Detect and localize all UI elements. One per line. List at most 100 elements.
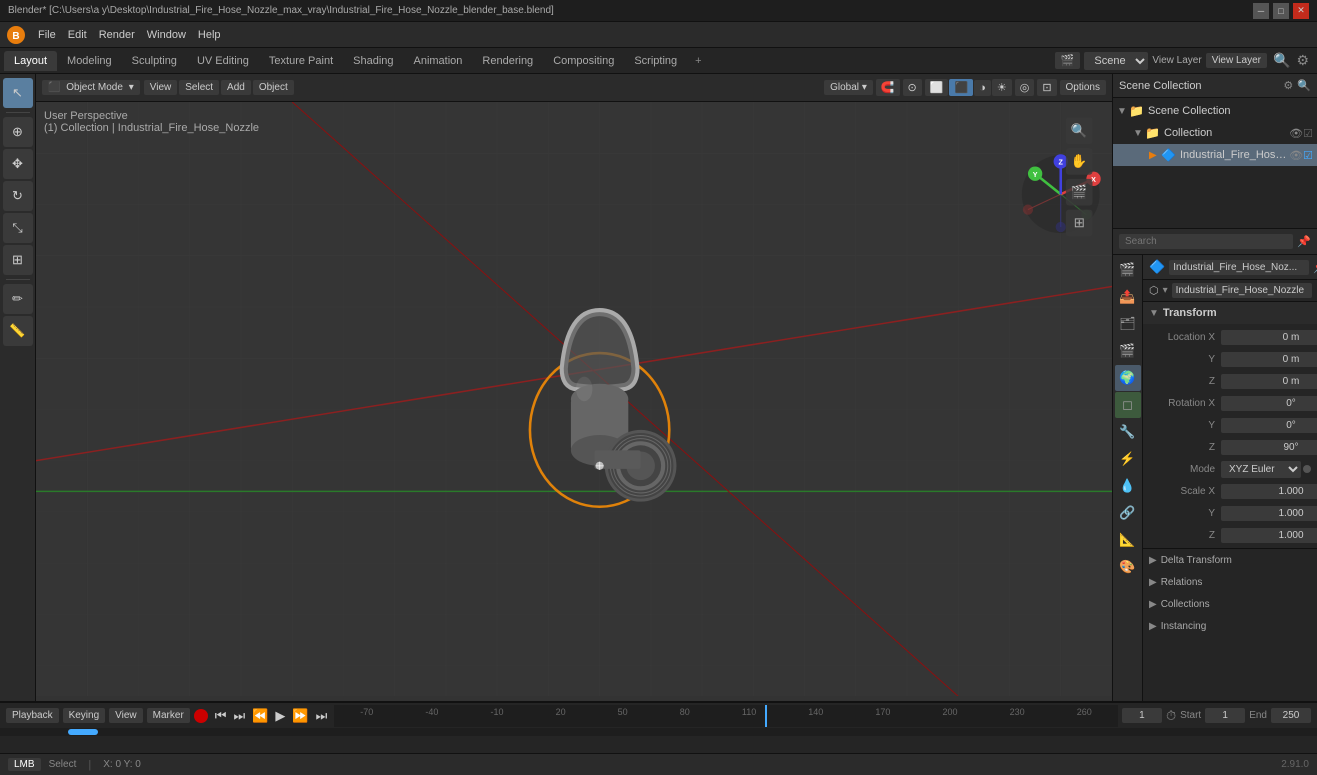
object-name-input[interactable]: [1169, 260, 1309, 275]
view-menu-button[interactable]: View: [144, 80, 178, 95]
object-menu-button[interactable]: Object: [253, 80, 294, 95]
transform-section-header[interactable]: ▼ Transform: [1143, 302, 1317, 324]
rotation-y-input[interactable]: [1221, 418, 1317, 433]
tab-layout[interactable]: Layout: [4, 51, 57, 71]
object-mode-button[interactable]: ⬛ Object Mode ▾: [42, 80, 140, 95]
tool-measure-button[interactable]: 📏: [3, 316, 33, 346]
options-button[interactable]: Options: [1060, 80, 1106, 95]
end-frame-input[interactable]: [1271, 708, 1311, 723]
tool-transform-button[interactable]: ⊞: [3, 245, 33, 275]
play-button[interactable]: ▶: [272, 706, 288, 726]
proportional-edit-button[interactable]: ⊙: [903, 79, 922, 96]
instancing-row[interactable]: ▶ Instancing: [1143, 615, 1317, 637]
tool-rotate-button[interactable]: ↻: [3, 181, 33, 211]
tab-texture-paint[interactable]: Texture Paint: [259, 51, 343, 71]
viewport[interactable]: ⬛ Object Mode ▾ View Select Add Object G…: [36, 74, 1112, 701]
menu-file[interactable]: File: [32, 27, 62, 43]
scene-selector[interactable]: Scene: [1084, 52, 1148, 70]
viewport-canvas[interactable]: X Y Z: [36, 102, 1112, 701]
xray-button[interactable]: ⊡: [1037, 79, 1056, 96]
props-tab-render[interactable]: 🎬: [1115, 257, 1141, 283]
tool-annotate-button[interactable]: ✏: [3, 284, 33, 314]
tab-modeling[interactable]: Modeling: [57, 51, 122, 71]
rendered-button[interactable]: ☀: [992, 79, 1012, 96]
menu-window[interactable]: Window: [141, 27, 192, 43]
location-z-input[interactable]: [1221, 374, 1317, 389]
next-frame-button[interactable]: ⏩: [289, 706, 311, 726]
props-tab-view-layer[interactable]: 🗂: [1115, 311, 1141, 337]
playback-menu-button[interactable]: Playback: [6, 708, 59, 723]
menu-edit[interactable]: Edit: [62, 27, 93, 43]
rotation-x-input[interactable]: [1221, 396, 1317, 411]
minimize-button[interactable]: ─: [1253, 3, 1269, 19]
scale-y-input[interactable]: [1221, 506, 1317, 521]
location-y-input[interactable]: [1221, 352, 1317, 367]
object-pin-button[interactable]: 📌: [1313, 261, 1317, 274]
render-engine-button[interactable]: 🎬: [1055, 52, 1081, 69]
add-menu-button[interactable]: Add: [221, 80, 251, 95]
record-button[interactable]: [194, 709, 208, 723]
snap-button[interactable]: 🧲: [876, 79, 900, 96]
props-tab-world[interactable]: 🌍: [1115, 365, 1141, 391]
delta-transform-row[interactable]: ▶ Delta Transform: [1143, 549, 1317, 571]
overlay-button[interactable]: ◎: [1015, 79, 1035, 96]
props-tab-material[interactable]: 🎨: [1115, 554, 1141, 580]
outliner-collection[interactable]: ▼ 📁 Collection 👁 ☑: [1113, 122, 1317, 144]
start-frame-input[interactable]: [1205, 708, 1245, 723]
view-menu-timeline-button[interactable]: View: [109, 708, 143, 723]
location-x-input[interactable]: [1221, 330, 1317, 345]
mode-keyframe-dot[interactable]: [1303, 465, 1311, 473]
rotation-z-input[interactable]: [1221, 440, 1317, 455]
select-menu-button[interactable]: Select: [179, 80, 219, 95]
solid-button[interactable]: ⬛: [949, 79, 973, 96]
tab-sculpting[interactable]: Sculpting: [122, 51, 187, 71]
add-workspace-button[interactable]: +: [687, 51, 709, 71]
object-render-icon[interactable]: ☑: [1303, 149, 1313, 162]
marker-menu-button[interactable]: Marker: [147, 708, 190, 723]
tab-shading[interactable]: Shading: [343, 51, 403, 71]
timeline-scroll-thumb[interactable]: [68, 729, 98, 735]
props-tab-particles[interactable]: ⚡: [1115, 446, 1141, 472]
collection-visibility-icon[interactable]: 👁: [1289, 127, 1303, 140]
menu-help[interactable]: Help: [192, 27, 227, 43]
collections-row[interactable]: ▶ Collections: [1143, 593, 1317, 615]
close-button[interactable]: ✕: [1293, 3, 1309, 19]
tab-uv-editing[interactable]: UV Editing: [187, 51, 259, 71]
collection-render-icon[interactable]: ☑: [1303, 127, 1313, 140]
filter-button[interactable]: ⚙: [1296, 52, 1309, 69]
prev-keyframe-button[interactable]: ⏭: [230, 706, 248, 726]
props-tab-output[interactable]: 📤: [1115, 284, 1141, 310]
tool-scale-button[interactable]: ⤡: [3, 213, 33, 243]
tab-scripting[interactable]: Scripting: [624, 51, 687, 71]
props-tab-object[interactable]: ◻: [1115, 392, 1141, 418]
menu-render[interactable]: Render: [93, 27, 141, 43]
keying-menu-button[interactable]: Keying: [63, 708, 106, 723]
current-frame-input[interactable]: [1122, 708, 1162, 723]
jump-start-button[interactable]: ⏮: [212, 706, 230, 726]
properties-search-input[interactable]: [1119, 234, 1293, 249]
scale-z-input[interactable]: [1221, 528, 1317, 543]
scale-x-input[interactable]: [1221, 484, 1317, 499]
outliner-scene-collection[interactable]: ▼ 📁 Scene Collection: [1113, 100, 1317, 122]
outliner-filter-button[interactable]: ⚙: [1283, 79, 1293, 92]
properties-pin-button[interactable]: 📌: [1297, 235, 1311, 248]
tool-select-button[interactable]: ↖: [3, 78, 33, 108]
tool-move-button[interactable]: ✥: [3, 149, 33, 179]
tab-animation[interactable]: Animation: [404, 51, 473, 71]
tab-compositing[interactable]: Compositing: [543, 51, 624, 71]
prev-frame-button[interactable]: ⏪: [249, 706, 271, 726]
timeline-track[interactable]: -70 -40 -10 20 50 80 110 140 170 200 230…: [334, 705, 1118, 727]
view-layer-button[interactable]: View Layer: [1206, 53, 1267, 68]
outliner-object-row[interactable]: ▶ 🔷 Industrial_Fire_Hose... 👁 ☑: [1113, 144, 1317, 166]
material-preview-button[interactable]: ◑: [974, 80, 991, 96]
object-visibility-icon[interactable]: 👁: [1289, 149, 1303, 162]
global-transform-button[interactable]: Global ▾: [824, 80, 873, 95]
outliner-search-button[interactable]: 🔍: [1297, 79, 1311, 92]
jump-end-button[interactable]: ⏭: [313, 706, 331, 726]
props-tab-scene[interactable]: 🎬: [1115, 338, 1141, 364]
props-tab-data[interactable]: 📐: [1115, 527, 1141, 553]
timeline-scrollbar[interactable]: [0, 728, 1317, 736]
props-tab-modifier[interactable]: 🔧: [1115, 419, 1141, 445]
tab-rendering[interactable]: Rendering: [472, 51, 543, 71]
props-tab-constraint[interactable]: 🔗: [1115, 500, 1141, 526]
